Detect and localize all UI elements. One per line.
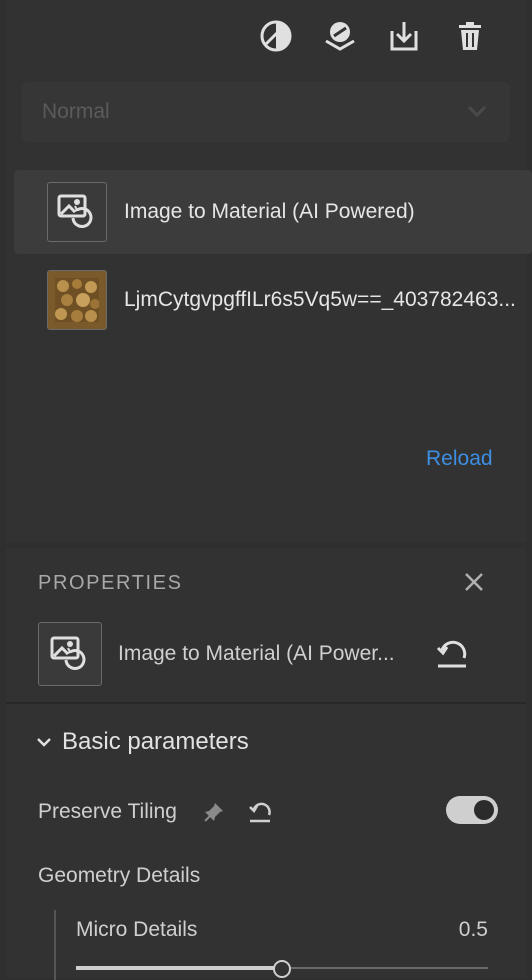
slider-handle[interactable] — [273, 960, 291, 978]
material-sphere-icon[interactable] — [322, 18, 358, 54]
image-to-material-icon — [38, 622, 102, 686]
layer-item-image-to-material[interactable]: Image to Material (AI Powered) — [14, 170, 532, 254]
properties-header: PROPERTIES — [38, 572, 183, 594]
preserve-tiling-label: Preserve Tiling — [38, 800, 177, 823]
blend-mode-select[interactable]: Normal — [22, 82, 510, 142]
micro-details-value: 0.5 — [458, 918, 488, 941]
preserve-tiling-row: Preserve Tiling — [38, 794, 498, 830]
preserve-tiling-toggle[interactable] — [446, 796, 498, 824]
reload-link[interactable]: Reload — [426, 447, 493, 471]
image-to-material-icon — [47, 182, 107, 242]
reset-icon[interactable] — [247, 799, 273, 825]
group-indent-line — [54, 910, 56, 980]
properties-item: Image to Material (AI Power... — [38, 622, 508, 686]
texture-thumbnail — [47, 270, 107, 330]
properties-item-name: Image to Material (AI Power... — [118, 642, 395, 665]
slider-fill — [76, 966, 282, 970]
contrast-icon[interactable] — [258, 18, 294, 54]
chevron-down-icon — [37, 738, 51, 747]
close-icon[interactable] — [462, 570, 486, 594]
chevron-down-icon — [467, 105, 487, 118]
properties-panel: PROPERTIES Image to Material (AI Power..… — [6, 548, 526, 980]
layer-label: Image to Material (AI Powered) — [124, 200, 415, 223]
layer-item-texture[interactable]: LjmCytgvpgffILr6s5Vq5w==_403782463... — [14, 258, 532, 342]
section-basic-parameters[interactable]: Basic parameters — [36, 728, 249, 756]
blend-mode-value: Normal — [42, 100, 110, 123]
trash-icon[interactable] — [452, 18, 488, 54]
download-icon[interactable] — [386, 18, 422, 54]
toggle-knob — [474, 800, 494, 820]
layers-panel: Normal Image to Material (AI Powered) Lj… — [6, 0, 532, 542]
reset-icon[interactable] — [434, 636, 470, 672]
micro-details-label: Micro Details — [76, 918, 198, 941]
divider — [6, 702, 526, 704]
layer-label: LjmCytgvpgffILr6s5Vq5w==_403782463... — [124, 288, 516, 311]
geometry-details-label: Geometry Details — [38, 864, 201, 887]
section-title: Basic parameters — [62, 728, 249, 755]
micro-details-slider[interactable] — [76, 958, 488, 978]
pin-icon[interactable] — [203, 801, 225, 823]
